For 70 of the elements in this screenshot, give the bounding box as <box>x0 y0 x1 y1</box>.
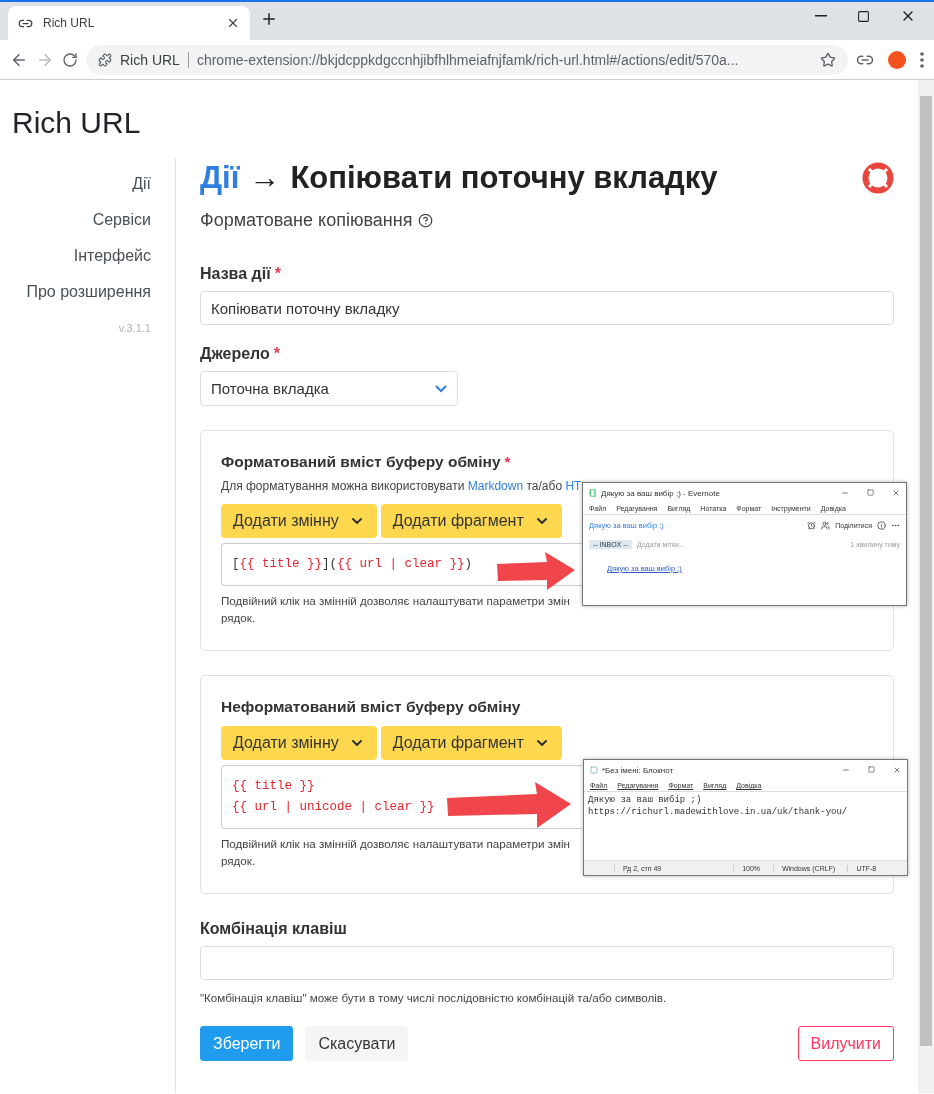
arrow-text: → <box>249 160 281 196</box>
version-label: v.3.1.1 <box>118 322 151 334</box>
window-title: *Без імені: Блокнот <box>602 765 674 775</box>
maximize-icon <box>868 766 875 773</box>
scrollbar[interactable] <box>918 80 934 1093</box>
required-mark: * <box>504 453 511 470</box>
template-editor[interactable]: {{ title }} {{ url | unicode | clear }} <box>221 765 582 829</box>
extension-chip: Rich URL <box>120 51 189 68</box>
more-icon <box>891 521 900 530</box>
subtitle: Форматоване копіювання <box>200 210 413 231</box>
arrow-icon <box>445 780 573 830</box>
info-icon <box>877 521 886 530</box>
alarm-icon <box>807 521 817 530</box>
minimize-icon[interactable] <box>815 15 827 17</box>
help-text: Подвійний клік на змінній дозволяє налаштувати параметри змін <box>221 593 570 609</box>
notepad-icon <box>590 766 598 774</box>
lifebuoy-icon[interactable] <box>862 162 894 194</box>
page-title: Копіювати поточну вкладку <box>290 160 718 196</box>
app-title: Rich URL <box>12 106 142 140</box>
dropdown-button[interactable]: Додати фрагмент <box>380 726 562 760</box>
evernote-icon <box>589 489 597 497</box>
puzzle-icon <box>98 52 112 67</box>
browser-tab[interactable]: Rich URL <box>8 6 250 40</box>
field-label: Комбінація клавіш <box>200 920 348 938</box>
sidebar-item[interactable]: Інтерфейс <box>73 238 151 274</box>
menu-icon[interactable] <box>920 51 924 68</box>
close-icon <box>226 16 240 30</box>
docs-link[interactable]: Markdown <box>467 479 524 493</box>
url-text: chrome-extension://bkjdcppkdgccnhjibfhlhmeiafnjfamk/rich-url.html#/actions/edit/570a... <box>196 51 740 68</box>
tab-title: Rich URL <box>43 16 96 30</box>
close-icon <box>892 489 900 497</box>
address-bar[interactable]: Rich URL chrome-extension://bkjdcppkdgccnhjibfhlhmeiafnjfamk/rich-url.html#/actions/edit/570a... <box>86 44 848 75</box>
docs-link[interactable]: HT <box>565 479 582 493</box>
avatar-icon[interactable] <box>888 50 906 69</box>
field-label: Назва дії * <box>200 265 282 283</box>
input-field[interactable] <box>200 946 894 980</box>
arrow-icon <box>495 550 577 592</box>
source-select[interactable]: Поточна вкладка <box>200 371 458 406</box>
template-editor[interactable]: [{{ title }}]({{ url | clear }}) <box>221 543 582 586</box>
input-field[interactable]: Копіювати поточну вкладку <box>200 291 894 325</box>
help-text: Подвійний клік на змінній дозволяє налаштувати параметри змін <box>221 836 570 852</box>
card-title: Неформатований вміст буферу обміну <box>221 698 522 716</box>
maximize-icon <box>867 489 874 496</box>
close-icon <box>893 766 901 774</box>
sidebar-item[interactable]: Дії <box>132 166 151 202</box>
dropdown-button[interactable]: Додати змінну <box>221 504 377 538</box>
reload-icon <box>62 51 78 68</box>
minimize-icon <box>842 766 850 774</box>
help-text: рядок. <box>221 853 256 869</box>
maximize-icon <box>857 9 870 23</box>
dropdown-button[interactable]: Додати змінну <box>221 726 377 760</box>
breadcrumb-link[interactable]: Дії <box>200 160 240 196</box>
new-tab-icon <box>260 10 278 28</box>
chevron-down-icon <box>435 384 447 393</box>
hint-text: "Комбінація клавіш" може бути в тому числі послідовністю комбінацій та/або символів. <box>200 990 667 1006</box>
required-mark: * <box>274 265 281 282</box>
sidebar-item[interactable]: Сервіси <box>92 202 151 238</box>
field-label: Джерело * <box>200 345 282 363</box>
minimize-icon <box>841 489 849 497</box>
action-button[interactable]: Вилучити <box>797 1026 894 1061</box>
sidebar-item[interactable]: Про розширення <box>26 274 151 310</box>
help-icon <box>418 213 434 228</box>
help-text: рядок. <box>221 610 256 626</box>
required-mark: * <box>273 345 281 362</box>
star-icon <box>820 51 836 68</box>
people-icon <box>821 521 831 530</box>
window-title: Дякую за ваш вибір ;) - Evernote <box>601 488 720 498</box>
card-title: Форматований вміст буферу обміну * <box>221 453 512 471</box>
action-button[interactable]: Скасувати <box>305 1026 409 1061</box>
dropdown-button[interactable]: Додати фрагмент <box>380 504 562 538</box>
